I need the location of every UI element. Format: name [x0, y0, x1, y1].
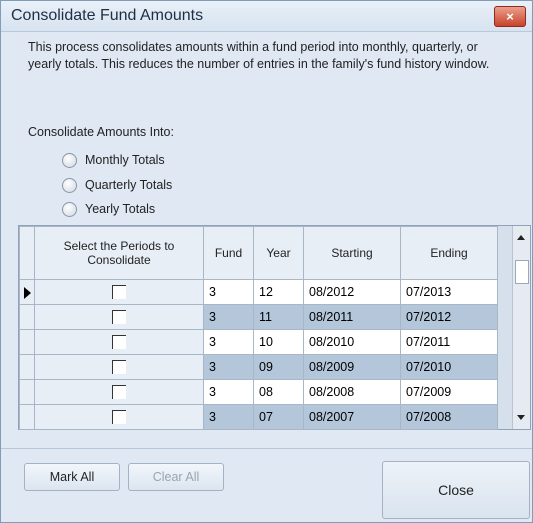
- year-cell[interactable]: 12: [253, 279, 304, 305]
- year-cell[interactable]: 07: [253, 404, 304, 430]
- table-row[interactable]: 3 07 08/2007 07/2008: [19, 404, 498, 430]
- radio-label: Monthly Totals: [85, 153, 165, 167]
- starting-cell[interactable]: 08/2012: [303, 279, 401, 305]
- close-button[interactable]: Close: [382, 461, 530, 519]
- select-checkbox[interactable]: [112, 385, 126, 400]
- radio-label: Yearly Totals: [85, 202, 156, 216]
- starting-cell[interactable]: 08/2008: [303, 379, 401, 405]
- radio-circle-icon[interactable]: [62, 152, 77, 168]
- fund-cell[interactable]: 3: [203, 279, 254, 305]
- current-row-arrow-icon: [23, 286, 31, 299]
- scroll-up-icon[interactable]: [517, 235, 525, 240]
- row-indicator: [19, 354, 35, 380]
- fund-cell[interactable]: 3: [203, 379, 254, 405]
- mark-all-button[interactable]: Mark All: [24, 463, 120, 491]
- radio-monthly[interactable]: Monthly Totals: [62, 151, 165, 169]
- row-indicator: [19, 304, 35, 330]
- description-text: This process consolidates amounts within…: [28, 40, 490, 71]
- radio-circle-icon[interactable]: [62, 201, 77, 217]
- row-indicator: [19, 329, 35, 355]
- clear-all-button[interactable]: Clear All: [128, 463, 224, 491]
- select-cell[interactable]: [34, 379, 204, 405]
- column-header-fund[interactable]: Fund: [203, 226, 254, 280]
- row-indicator: [19, 279, 35, 305]
- select-cell[interactable]: [34, 279, 204, 305]
- row-indicator-header: [19, 226, 35, 280]
- select-cell[interactable]: [34, 404, 204, 430]
- fund-cell[interactable]: 3: [203, 354, 254, 380]
- radio-quarterly[interactable]: Quarterly Totals: [62, 176, 172, 194]
- table-row[interactable]: 3 11 08/2011 07/2012: [19, 304, 498, 330]
- ending-cell[interactable]: 07/2012: [400, 304, 498, 330]
- year-cell[interactable]: 09: [253, 354, 304, 380]
- column-header-year[interactable]: Year: [253, 226, 304, 280]
- ending-cell[interactable]: 07/2013: [400, 279, 498, 305]
- radio-yearly[interactable]: Yearly Totals: [62, 200, 155, 218]
- radio-label: Quarterly Totals: [85, 178, 173, 192]
- footer-divider: [1, 448, 532, 449]
- scroll-thumb[interactable]: [515, 260, 529, 284]
- select-checkbox[interactable]: [112, 410, 126, 425]
- periods-table: Select the Periods to Consolidate Fund Y…: [19, 226, 498, 430]
- starting-cell[interactable]: 08/2011: [303, 304, 401, 330]
- radio-circle-icon[interactable]: [62, 177, 77, 193]
- column-header-ending[interactable]: Ending: [400, 226, 498, 280]
- year-cell[interactable]: 08: [253, 379, 304, 405]
- starting-cell[interactable]: 08/2010: [303, 329, 401, 355]
- ending-cell[interactable]: 07/2010: [400, 354, 498, 380]
- title-bar: Consolidate Fund Amounts ×: [1, 1, 532, 32]
- table-row[interactable]: 3 12 08/2012 07/2013: [19, 279, 498, 305]
- consolidate-dialog: Consolidate Fund Amounts × This process …: [0, 0, 533, 523]
- select-cell[interactable]: [34, 304, 204, 330]
- column-header-select[interactable]: Select the Periods to Consolidate: [34, 226, 204, 280]
- select-checkbox[interactable]: [112, 335, 126, 350]
- year-cell[interactable]: 11: [253, 304, 304, 330]
- ending-cell[interactable]: 07/2011: [400, 329, 498, 355]
- fund-cell[interactable]: 3: [203, 404, 254, 430]
- close-icon[interactable]: ×: [494, 6, 526, 27]
- consolidate-label: Consolidate Amounts Into:: [28, 125, 174, 139]
- starting-cell[interactable]: 08/2009: [303, 354, 401, 380]
- table-row[interactable]: 3 08 08/2008 07/2009: [19, 379, 498, 405]
- vertical-scrollbar[interactable]: [512, 226, 530, 429]
- ending-cell[interactable]: 07/2008: [400, 404, 498, 430]
- column-header-starting[interactable]: Starting: [303, 226, 401, 280]
- select-checkbox[interactable]: [112, 310, 126, 325]
- row-indicator: [19, 379, 35, 405]
- fund-cell[interactable]: 3: [203, 304, 254, 330]
- table-row[interactable]: 3 09 08/2009 07/2010: [19, 354, 498, 380]
- dialog-title: Consolidate Fund Amounts: [11, 7, 204, 24]
- row-indicator: [19, 404, 35, 430]
- periods-grid[interactable]: Select the Periods to Consolidate Fund Y…: [18, 225, 531, 430]
- table-row[interactable]: 3 10 08/2010 07/2011: [19, 329, 498, 355]
- ending-cell[interactable]: 07/2009: [400, 379, 498, 405]
- scroll-down-icon[interactable]: [517, 415, 525, 420]
- year-cell[interactable]: 10: [253, 329, 304, 355]
- select-cell[interactable]: [34, 329, 204, 355]
- fund-cell[interactable]: 3: [203, 329, 254, 355]
- select-checkbox[interactable]: [112, 360, 126, 375]
- select-checkbox[interactable]: [112, 285, 126, 300]
- starting-cell[interactable]: 08/2007: [303, 404, 401, 430]
- select-cell[interactable]: [34, 354, 204, 380]
